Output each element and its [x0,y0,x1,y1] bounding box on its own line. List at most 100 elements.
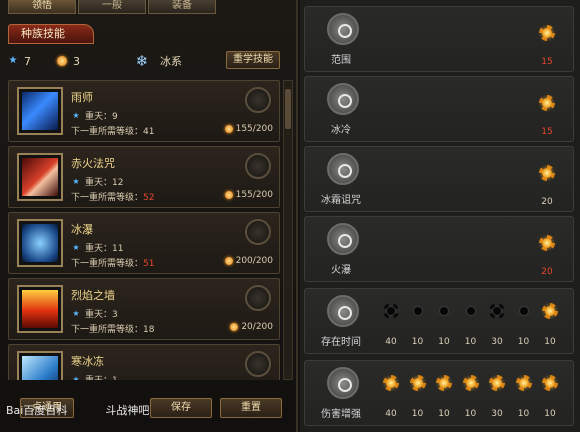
talent-node-cost: 10 [517,409,530,419]
talent-node[interactable] [410,303,426,319]
skill-row[interactable]: 冰瀑 ★ 重天：11 下一重所需等级：51 200/200 [8,212,280,274]
talent-node[interactable] [539,165,555,181]
talent-node[interactable] [383,375,399,391]
skill-row[interactable]: 寒冰冻 ★ 重天：1 [8,344,280,380]
talent-node[interactable] [436,303,452,319]
watermark-site: Bai百度百科 [6,404,68,417]
ice-shard-icon[interactable] [327,83,359,115]
skill-req-label: 下一重所需等级： [71,259,144,269]
sun-icon [224,125,233,133]
star-icon: ★ [8,55,18,66]
skill-req-label: 下一重所需等级： [71,193,144,203]
star-icon: ★ [72,374,80,381]
talent-node-cost: 10 [411,337,424,347]
skill-icon-frame[interactable] [17,351,63,380]
talent-node[interactable] [436,375,452,391]
element-label: 冰系 [160,55,182,68]
talent-node[interactable] [463,303,479,319]
talent-node-cost: 10 [411,409,424,419]
skill-list: 雨师 ★ 重天：9 下一重所需等级：41 155/200 赤火法咒 ★ 重天：12 下一重所需等… [8,80,280,380]
talent-node-cost: 20 [541,267,553,277]
skill-name: 冰瀑 [71,223,93,236]
skill-requirement: 下一重所需等级：52 [71,190,154,203]
skill-level: ★ 重天：1 [71,373,117,381]
skill-icon-frame[interactable] [17,219,63,267]
save-button[interactable]: 保存 [150,398,212,418]
relearn-skills-button[interactable]: 重学技能 [226,51,280,69]
skill-req-label: 下一重所需等级： [71,127,144,137]
talent-node[interactable] [409,375,426,391]
element-type: ❄ 冰系 [134,53,182,69]
skill-row[interactable]: 烈焰之墙 ★ 重天：3 下一重所需等级：18 20/200 [8,278,280,340]
watermark-game: 斗战神吧 [105,404,150,417]
talent-node[interactable] [539,95,555,111]
skill-icon-frame[interactable] [17,153,63,201]
talent-node-cost: 10 [517,337,530,347]
talent-node-cost: 10 [438,337,450,347]
talent-node-cost: 15 [541,57,553,67]
skill-icon-frame[interactable] [17,87,63,135]
ice-shard-icon[interactable] [327,153,359,185]
skill-row[interactable]: 雨师 ★ 重天：9 下一重所需等级：41 155/200 [8,80,280,142]
watermark: Bai百度百科 斗战神吧 [6,402,149,418]
tab-comprehend[interactable]: 领悟 [8,0,76,14]
sun-icon [224,191,233,199]
ice-shard-icon[interactable] [327,295,359,327]
talent-row: 火瀑 20 [304,216,574,282]
skill-list-scrollbar[interactable] [283,80,293,380]
talent-label: 伤害增强 [321,409,361,420]
tab-race-skills[interactable]: 种族技能 [8,24,94,44]
talent-node[interactable] [515,375,532,391]
skill-name: 赤火法咒 [71,157,115,170]
talent-node[interactable] [383,303,399,319]
skill-points-value: 20/200 [241,322,273,332]
talent-node-cost: 15 [541,127,553,137]
skill-req-label: 下一重所需等级： [71,325,144,335]
skill-level: ★ 重天：3 [71,307,118,321]
ice-shard-icon[interactable] [327,367,359,399]
talent-node[interactable] [489,375,505,391]
talent-node[interactable] [542,303,558,319]
skill-upgrade-knob[interactable] [245,219,271,245]
skill-level: ★ 重天：11 [71,241,123,255]
talent-node-cost: 10 [438,409,450,419]
talent-node[interactable] [462,375,479,391]
skill-upgrade-knob[interactable] [245,87,271,113]
talent-node[interactable] [489,303,505,319]
tab-general[interactable]: 一般 [78,0,146,14]
talent-label: 冰霜诅咒 [321,195,361,206]
talent-node-cost: 10 [464,409,477,419]
ice-shard-icon[interactable] [327,223,359,255]
talent-node[interactable] [539,25,555,41]
skill-points: 200/200 [224,256,273,266]
talent-row: 存在时间 40 10 10 10 30 10 10 [304,288,574,354]
talent-label: 范围 [331,55,351,66]
talent-panel: 范围 15 冰冷 15 冰霜诅咒 20 火瀑 20 存在时间 40 10 10 10 30 10 10 伤害增强… [300,0,580,432]
ice-shard-icon[interactable] [327,13,359,45]
skill-points-value: 155/200 [235,124,273,134]
skill-name: 寒冰冻 [71,355,104,368]
skill-icon-frame[interactable] [17,285,63,333]
reset-button[interactable]: 重置 [220,398,282,418]
skill-upgrade-knob[interactable] [245,153,271,179]
sun-icon [57,56,67,66]
skill-req-level: 18 [143,325,155,335]
talent-node[interactable] [542,375,558,391]
scrollbar-thumb[interactable] [285,89,291,129]
talent-node[interactable] [539,235,555,251]
skill-upgrade-knob[interactable] [245,351,271,377]
skill-upgrade-knob[interactable] [245,285,271,311]
snowflake-icon: ❄ [135,52,149,70]
skill-level-label: 重天：9 [85,112,118,122]
skill-level-label: 重天：3 [85,310,118,320]
tab-bar: 领悟 一般 装备 [8,0,216,14]
skill-req-level: 41 [143,127,155,137]
skill-req-level: 51 [143,259,155,269]
star-icon: ★ [72,176,80,186]
skill-name: 烈焰之墙 [71,289,115,302]
tab-equipment[interactable]: 装备 [148,0,216,14]
skill-row[interactable]: 赤火法咒 ★ 重天：12 下一重所需等级：52 155/200 [8,146,280,208]
skill-points: 155/200 [224,190,273,200]
star-points: ★ 7 [8,55,31,68]
talent-node[interactable] [516,303,532,319]
